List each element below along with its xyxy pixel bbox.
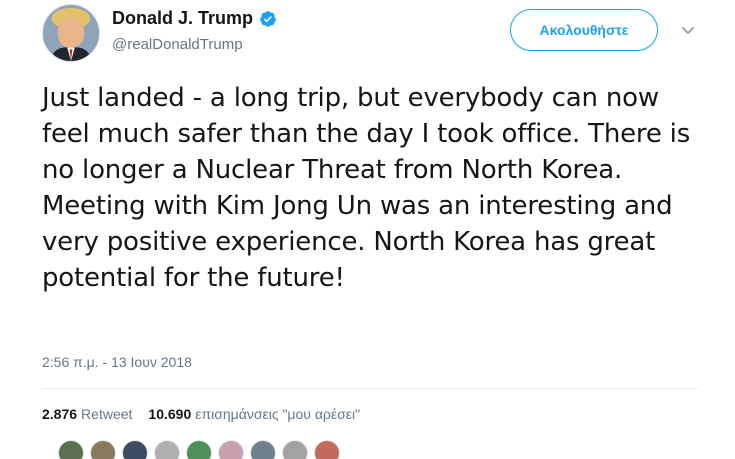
- liker-avatar[interactable]: [218, 440, 244, 459]
- liker-avatar[interactable]: [90, 440, 116, 459]
- liker-avatars: [58, 440, 340, 459]
- name-row: Donald J. Trump: [112, 8, 277, 29]
- retweet-count: 2.876: [42, 406, 78, 422]
- like-label: επισημάνσεις "μου αρέσει": [195, 406, 361, 422]
- liker-avatar[interactable]: [122, 440, 148, 459]
- liker-avatar[interactable]: [186, 440, 212, 459]
- avatar-image: [43, 5, 99, 61]
- liker-avatar[interactable]: [154, 440, 180, 459]
- like-count: 10.690: [148, 406, 192, 422]
- tweet-stats: 2.876 Retweet 10.690 επισημάνσεις "μου α…: [42, 406, 360, 422]
- liker-avatar[interactable]: [282, 440, 308, 459]
- user-handle[interactable]: @realDonaldTrump: [112, 36, 243, 53]
- liker-avatar[interactable]: [58, 440, 84, 459]
- divider: [42, 388, 698, 389]
- retweet-stat[interactable]: 2.876 Retweet: [42, 406, 132, 422]
- like-stat[interactable]: 10.690 επισημάνσεις "μου αρέσει": [148, 406, 360, 422]
- verified-badge-icon: [259, 10, 277, 28]
- chevron-down-icon[interactable]: [680, 22, 696, 38]
- display-name[interactable]: Donald J. Trump: [112, 8, 253, 29]
- liker-avatar[interactable]: [250, 440, 276, 459]
- follow-button[interactable]: Ακολουθήστε: [510, 9, 658, 51]
- tweet-text: Just landed - a long trip, but everybody…: [42, 83, 691, 293]
- retweet-label: Retweet: [81, 406, 133, 422]
- tweet-timestamp[interactable]: 2:56 π.μ. - 13 Ιουν 2018: [42, 354, 192, 370]
- profile-avatar[interactable]: [42, 4, 100, 62]
- tweet-card: Donald J. Trump @realDonaldTrump Ακολουθ…: [0, 0, 735, 459]
- liker-avatar[interactable]: [314, 440, 340, 459]
